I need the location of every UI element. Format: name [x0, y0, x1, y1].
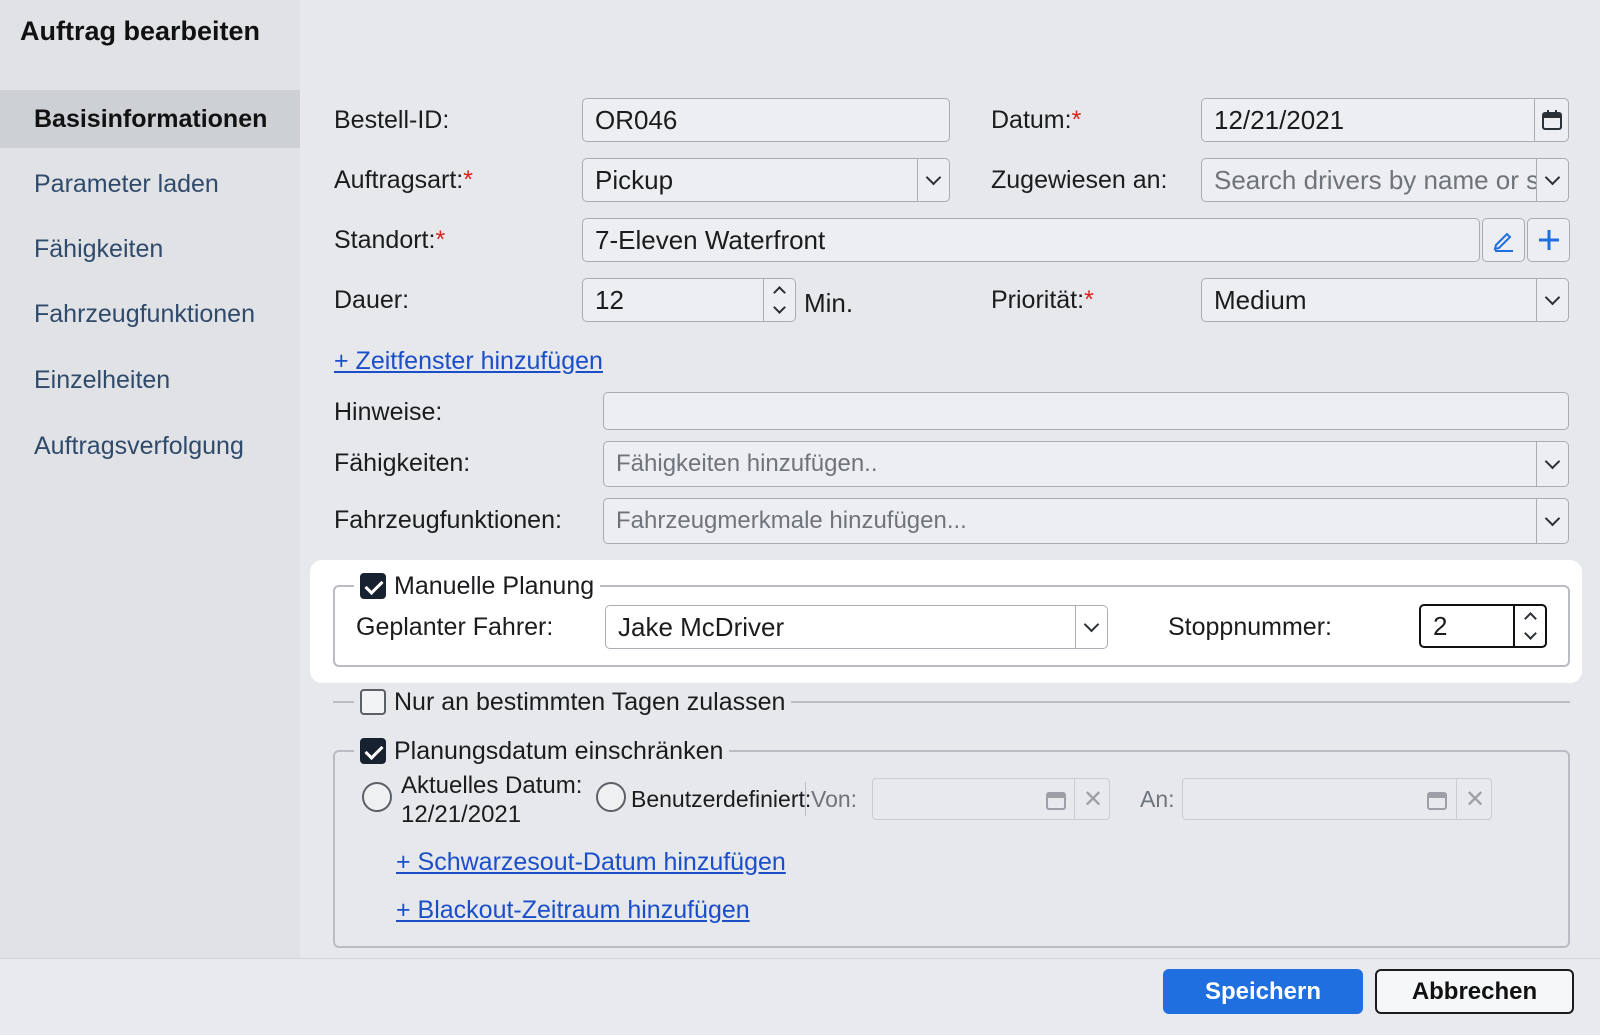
notes-label: Hinweise: — [334, 398, 443, 426]
cancel-button[interactable]: Abbrechen — [1375, 969, 1574, 1014]
current-date-radio[interactable] — [362, 782, 392, 812]
to-label: An: — [1140, 786, 1175, 812]
restrict-date-label: Planungsdatum einschränken — [394, 736, 724, 765]
planned-driver-select[interactable]: Jake McDriver — [605, 605, 1108, 649]
order-id-field[interactable]: OR046 — [582, 98, 950, 142]
sidebar-item-fahrzeugfunktionen[interactable]: Fahrzeugfunktionen — [0, 285, 300, 343]
vehicle-features-select[interactable]: Fahrzeugmerkmale hinzufügen... — [603, 498, 1569, 544]
manual-planning-checkbox[interactable] — [360, 573, 386, 599]
restrict-date-legend: Planungsdatum einschränken — [354, 734, 730, 768]
order-type-label: Auftragsart:* — [334, 166, 473, 194]
specific-days-legend: Nur an bestimmten Tagen zulassen — [354, 685, 792, 719]
priority-value: Medium — [1214, 284, 1307, 315]
pencil-icon — [1493, 232, 1513, 252]
skills-select[interactable]: Fähigkeiten hinzufügen.. — [603, 441, 1569, 487]
chevron-down-icon[interactable] — [917, 159, 949, 201]
stepper-arrows-icon[interactable] — [763, 279, 795, 321]
order-id-label: Bestell-ID: — [334, 106, 450, 134]
location-field[interactable]: 7-Eleven Waterfront — [582, 218, 1480, 262]
priority-select[interactable]: Medium — [1201, 278, 1569, 322]
date-label: Datum:* — [991, 106, 1082, 134]
order-id-value: OR046 — [595, 104, 678, 135]
order-type-select[interactable]: Pickup — [582, 158, 950, 202]
assigned-to-select[interactable]: Search drivers by name or s — [1201, 158, 1569, 202]
vehicle-features-label: Fahrzeugfunktionen: — [334, 506, 562, 534]
clear-icon[interactable]: ✕ — [1083, 785, 1103, 814]
location-value: 7-Eleven Waterfront — [595, 224, 826, 255]
add-blackout-period-link[interactable]: + Blackout-Zeitraum hinzufügen — [396, 896, 750, 925]
stepper-arrows-icon[interactable] — [1513, 606, 1545, 646]
custom-date-label: Benutzerdefiniert: — [631, 786, 812, 812]
plus-icon — [1538, 230, 1559, 250]
chevron-down-icon[interactable] — [1536, 159, 1568, 201]
calendar-icon[interactable] — [1045, 789, 1067, 811]
separator — [805, 782, 806, 816]
chevron-down-icon[interactable] — [1075, 606, 1107, 648]
current-date-value: 12/21/2021 — [401, 801, 522, 828]
from-label: Von: — [811, 786, 858, 812]
assigned-to-placeholder: Search drivers by name or s — [1214, 164, 1536, 195]
restrict-date-checkbox[interactable] — [360, 738, 386, 764]
chevron-down-icon[interactable] — [1536, 442, 1568, 486]
required-marker: * — [1071, 106, 1082, 134]
add-location-button[interactable] — [1527, 218, 1570, 262]
priority-label: Priorität:* — [991, 286, 1094, 314]
vehicle-features-placeholder: Fahrzeugmerkmale hinzufügen... — [616, 507, 967, 534]
sidebar-item-faehigkeiten[interactable]: Fähigkeiten — [0, 220, 300, 278]
add-time-window-link[interactable]: + Zeitfenster hinzufügen — [334, 347, 603, 376]
custom-date-radio[interactable] — [596, 782, 626, 812]
skills-label: Fähigkeiten: — [334, 449, 471, 477]
duration-label: Dauer: — [334, 286, 410, 314]
skills-placeholder: Fähigkeiten hinzufügen.. — [616, 450, 878, 477]
stop-number-stepper[interactable]: 2 — [1419, 604, 1547, 648]
order-type-value: Pickup — [595, 164, 674, 195]
clear-icon[interactable]: ✕ — [1465, 785, 1485, 814]
notes-field[interactable] — [603, 392, 1569, 430]
sidebar-item-auftragsverfolgung[interactable]: Auftragsverfolgung — [0, 417, 300, 475]
edit-location-button[interactable] — [1482, 218, 1525, 262]
planned-driver-label: Geplanter Fahrer: — [356, 613, 554, 641]
duration-stepper[interactable]: 12 — [582, 278, 796, 322]
assigned-to-label: Zugewiesen an: — [991, 166, 1168, 194]
sidebar-item-einzelheiten[interactable]: Einzelheiten — [0, 351, 300, 409]
add-blackout-date-link[interactable]: + Schwarzesout-Datum hinzufügen — [396, 848, 786, 877]
current-date-label: Aktuelles Datum: 12/21/2021 — [401, 772, 583, 828]
date-value: 12/21/2021 — [1214, 104, 1345, 135]
dialog-title: Auftrag bearbeiten — [20, 16, 261, 46]
stop-number-label: Stoppnummer: — [1168, 613, 1332, 641]
duration-value: 12 — [595, 284, 624, 315]
specific-days-label: Nur an bestimmten Tagen zulassen — [394, 687, 786, 716]
manual-planning-legend: Manuelle Planung — [354, 570, 601, 602]
stop-number-value: 2 — [1433, 610, 1448, 641]
chevron-down-icon[interactable] — [1536, 499, 1568, 543]
calendar-icon[interactable] — [1534, 99, 1568, 141]
date-field[interactable]: 12/21/2021 — [1201, 98, 1569, 142]
sidebar-item-parameter-laden[interactable]: Parameter laden — [0, 155, 300, 213]
calendar-icon[interactable] — [1426, 789, 1448, 811]
duration-unit: Min. — [804, 288, 854, 318]
planned-driver-value: Jake McDriver — [618, 611, 785, 642]
specific-days-checkbox[interactable] — [360, 689, 386, 715]
chevron-down-icon[interactable] — [1536, 279, 1568, 321]
to-date-field[interactable]: ✕ — [1182, 778, 1492, 820]
location-label: Standort:* — [334, 226, 446, 254]
manual-planning-label: Manuelle Planung — [394, 571, 595, 600]
sidebar-item-basisinformationen[interactable]: Basisinformationen — [0, 90, 300, 148]
from-date-field[interactable]: ✕ — [872, 778, 1110, 820]
save-button[interactable]: Speichern — [1163, 969, 1363, 1014]
